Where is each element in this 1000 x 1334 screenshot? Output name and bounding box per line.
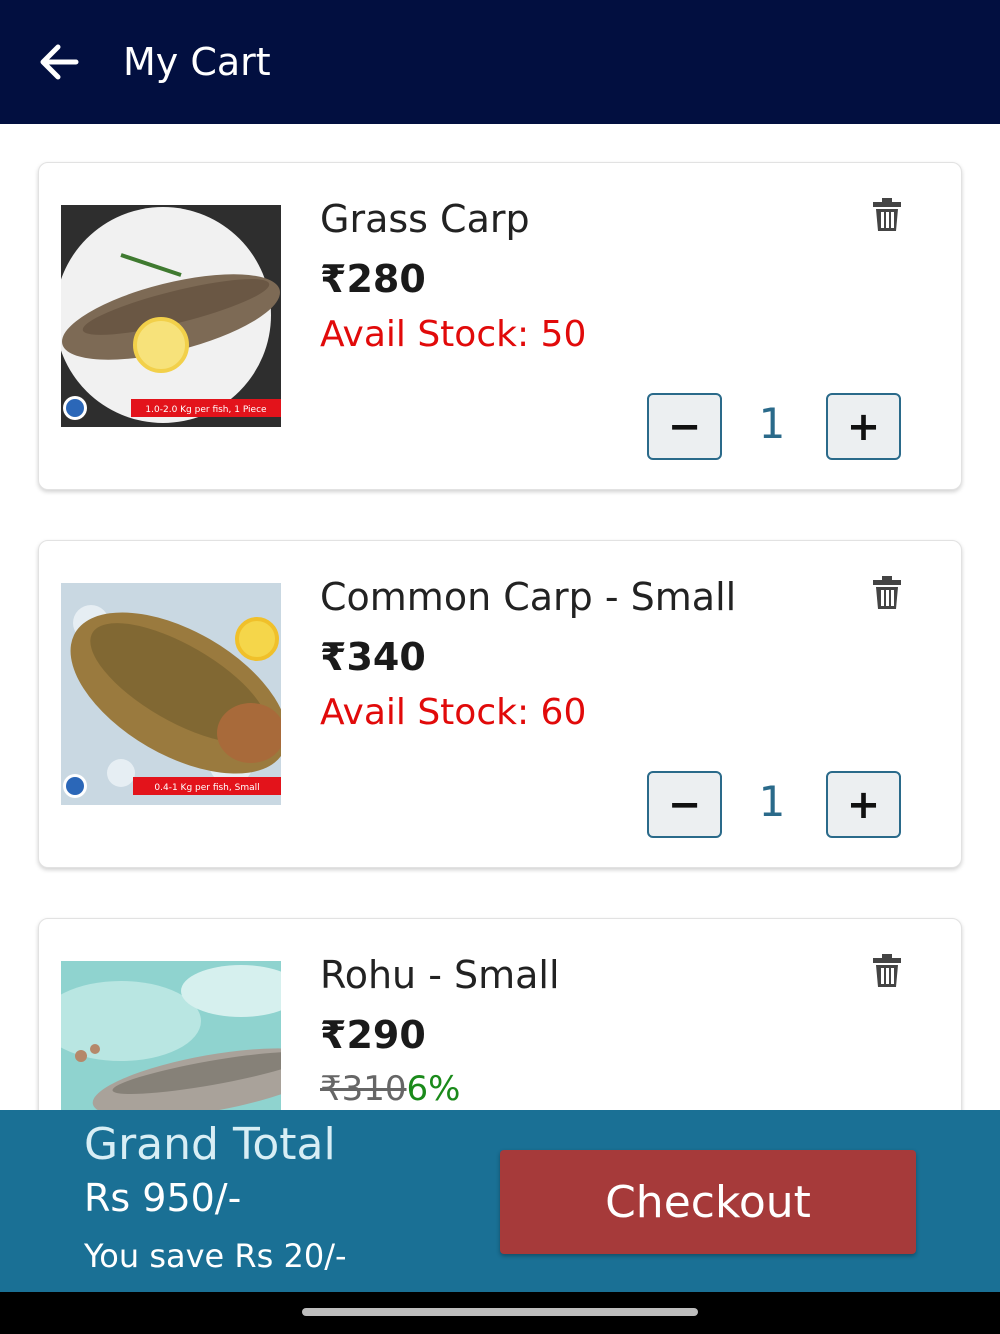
cart-item-rohu-small: Rohu - Small ₹290 ₹3106% (38, 918, 962, 1110)
stock-label: Avail Stock: 60 (320, 692, 587, 733)
discount-percent: 6% (406, 1069, 461, 1109)
arrow-left-icon (40, 44, 79, 80)
trash-icon (873, 954, 901, 987)
trash-icon (873, 198, 901, 231)
price-discount-row: ₹3106% (320, 1067, 460, 1110)
decrease-quantity-button[interactable]: − (647, 393, 722, 460)
cart-item-common-carp-small: 0.4-1 Kg per fish, Small Common Carp - S… (38, 540, 962, 868)
checkout-button[interactable]: Checkout (500, 1150, 916, 1254)
original-price: ₹310 (320, 1069, 407, 1109)
product-name: Grass Carp (320, 197, 530, 241)
quantity-value: 1 (758, 399, 786, 448)
image-caption: 1.0-2.0 Kg per fish, 1 Piece (145, 405, 267, 415)
home-gesture-handle[interactable] (302, 1308, 698, 1316)
increase-quantity-button[interactable]: + (826, 393, 901, 460)
cart-item-grass-carp: 1.0-2.0 Kg per fish, 1 Piece Grass Carp … (38, 162, 962, 490)
product-image-common-carp: 0.4-1 Kg per fish, Small (61, 583, 281, 805)
product-price: ₹340 (320, 635, 426, 679)
delete-button[interactable] (871, 197, 903, 233)
back-button[interactable] (36, 38, 84, 86)
product-price: ₹280 (320, 257, 426, 301)
page-title: My Cart (123, 40, 271, 84)
increase-quantity-button[interactable]: + (826, 771, 901, 838)
product-image-rohu (61, 961, 281, 1110)
app-bar: My Cart (0, 0, 1000, 124)
grand-total-value: Rs 950/- (84, 1176, 242, 1220)
product-price: ₹290 (320, 1013, 426, 1057)
stock-label: Avail Stock: 50 (320, 314, 587, 355)
product-image-grass-carp: 1.0-2.0 Kg per fish, 1 Piece (61, 205, 281, 427)
trash-icon (873, 576, 901, 609)
decrease-quantity-button[interactable]: − (647, 771, 722, 838)
grand-total-label: Grand Total (84, 1119, 336, 1170)
delete-button[interactable] (871, 953, 903, 989)
quantity-value: 1 (758, 777, 786, 826)
savings-text: You save Rs 20/- (84, 1237, 347, 1275)
product-name: Common Carp - Small (320, 575, 737, 619)
delete-button[interactable] (871, 575, 903, 611)
image-caption: 0.4-1 Kg per fish, Small (154, 783, 259, 793)
system-nav-bar (0, 1292, 1000, 1334)
cart-list[interactable]: 1.0-2.0 Kg per fish, 1 Piece Grass Carp … (0, 124, 1000, 1110)
checkout-footer: Grand Total Rs 950/- You save Rs 20/- Ch… (0, 1110, 1000, 1292)
product-name: Rohu - Small (320, 953, 560, 997)
